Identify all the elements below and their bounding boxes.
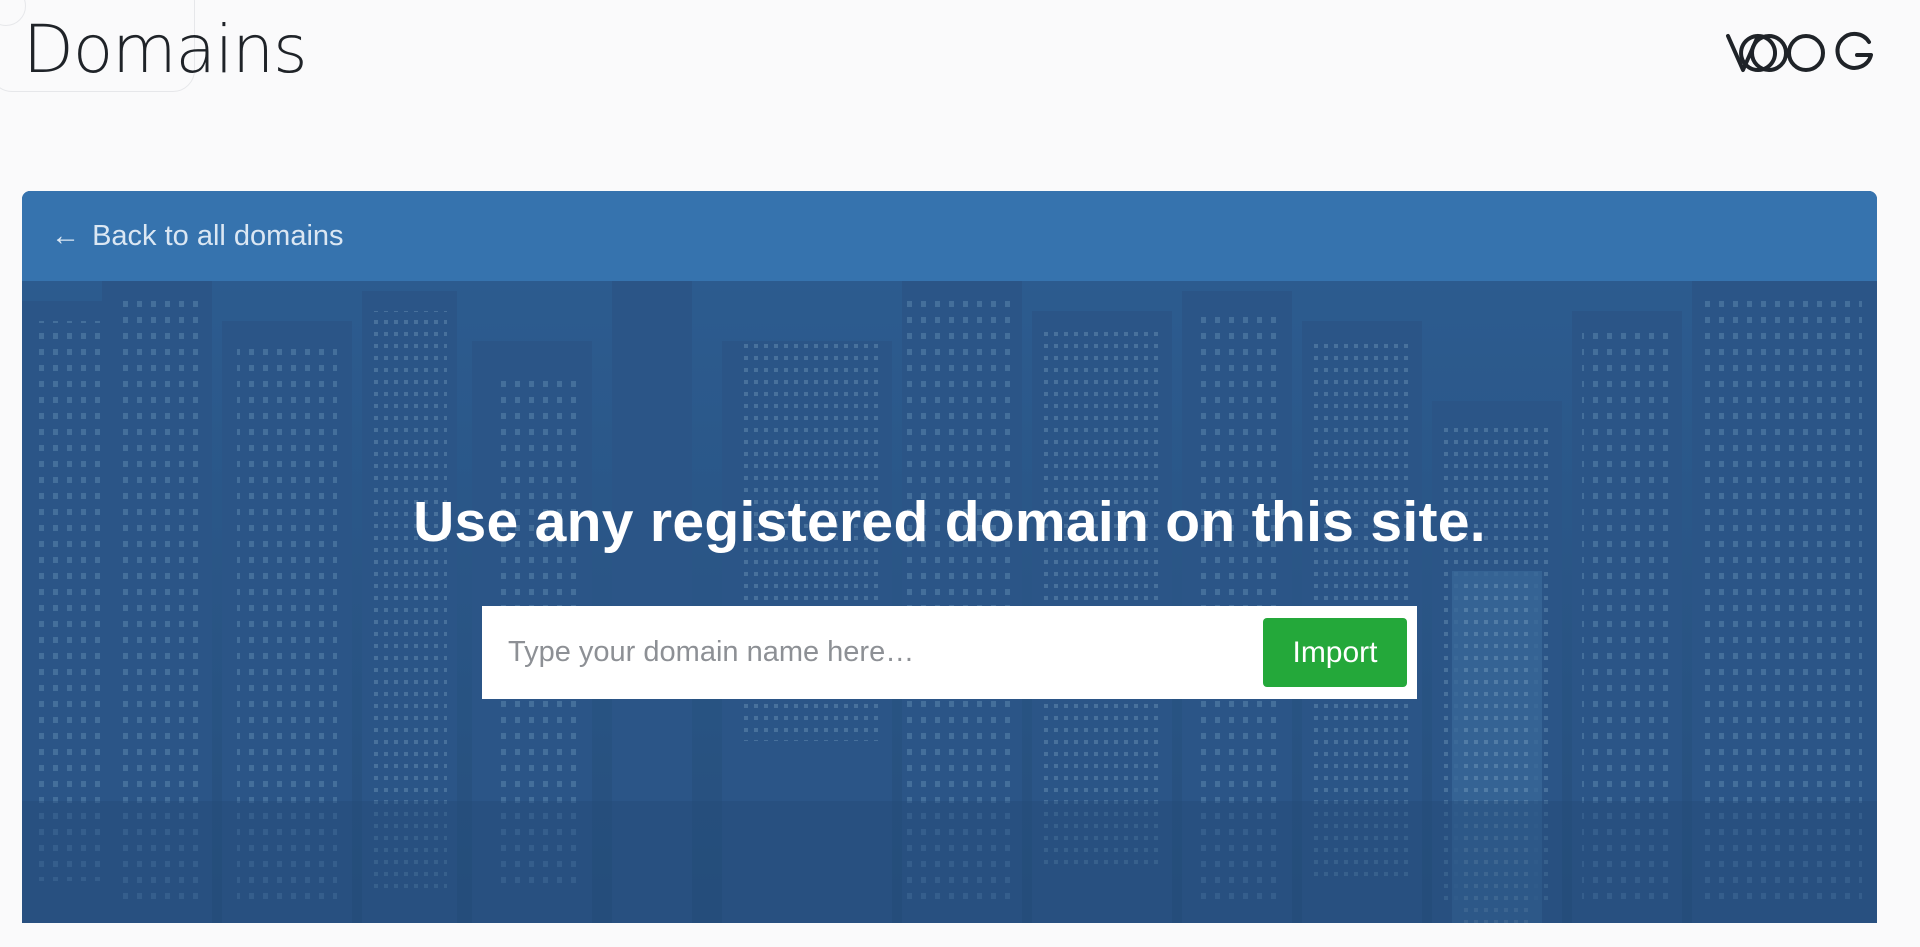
- hero-section: Use any registered domain on this site. …: [22, 281, 1877, 923]
- city-skyline-background: [22, 281, 1877, 923]
- back-link-label: Back to all domains: [92, 220, 344, 252]
- domain-import-panel: ← Back to all domains Use any registered…: [22, 191, 1877, 923]
- hero-headline: Use any registered domain on this site.: [413, 490, 1486, 554]
- voog-logo[interactable]: [1724, 30, 1876, 80]
- left-arrow-icon: ←: [51, 220, 80, 252]
- domain-name-input[interactable]: [482, 606, 1252, 699]
- panel-header: ← Back to all domains: [22, 191, 1877, 281]
- back-to-all-domains-link[interactable]: ← Back to all domains: [51, 213, 344, 259]
- page-title: Domains: [23, 11, 307, 88]
- domain-import-form: Import: [482, 606, 1417, 699]
- import-button[interactable]: Import: [1263, 618, 1407, 687]
